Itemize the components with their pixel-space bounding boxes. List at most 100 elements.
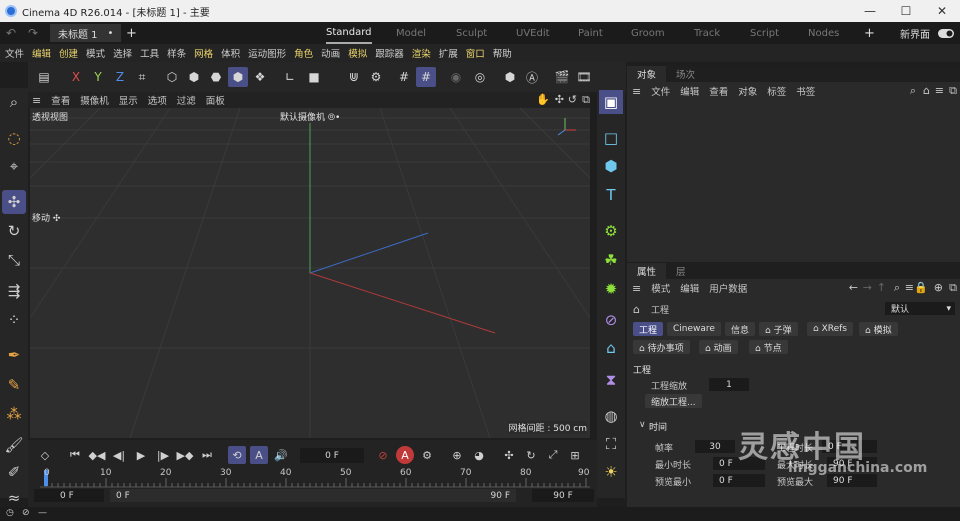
time-section-chevron-icon[interactable]: ∨ (639, 420, 646, 430)
effector-icon[interactable]: ✹ (599, 277, 623, 301)
layout-tab-model[interactable]: Model (396, 22, 426, 44)
render-view-icon[interactable]: ◎ (470, 67, 490, 87)
zoom-search-icon[interactable]: ⌕ (2, 90, 26, 114)
sketch-tool-icon[interactable]: ✎ (2, 373, 26, 397)
next-key-icon[interactable]: ▶◆ (176, 446, 194, 464)
viewport-menu-panel[interactable]: 面板 (206, 93, 225, 107)
viewport-rotate-icon[interactable]: ↺ (568, 93, 577, 106)
layout-tab-standard[interactable]: Standard (326, 22, 372, 44)
key-settings-icon[interactable]: ⚙ (418, 446, 436, 464)
preview-min-field[interactable]: 0 F (713, 474, 765, 487)
key-pla-icon[interactable]: ⊞ (566, 446, 584, 464)
next-frame-icon[interactable]: |▶ (154, 446, 172, 464)
menu-tools[interactable]: 工具 (140, 46, 159, 60)
model-mode-icon[interactable]: ⬢ (228, 67, 248, 87)
snap-settings-icon[interactable]: ⚙ (366, 67, 386, 87)
key-rotation-icon[interactable]: ✣ (500, 446, 518, 464)
viewport-hamburger-icon[interactable]: ≡ (32, 94, 41, 107)
magnet-snap-icon[interactable]: ⋓ (344, 67, 364, 87)
document-tab[interactable]: 未标题 1 • (50, 24, 122, 42)
generator-cube-icon[interactable]: ⬢ (599, 154, 623, 178)
layout-tab-nodes[interactable]: Nodes (808, 22, 839, 44)
viewport-menu-cameras[interactable]: 摄像机 (80, 93, 109, 107)
menu-render[interactable]: 渲染 (412, 46, 431, 60)
forward-arrow-icon[interactable]: ↷ (22, 26, 44, 40)
axis-mode-icon[interactable]: ∟ (280, 67, 300, 87)
menu-simulate[interactable]: 模拟 (348, 46, 367, 60)
menu-spline[interactable]: 样条 (167, 46, 186, 60)
prev-frame-icon[interactable]: ◀| (110, 446, 128, 464)
preview-range-slider[interactable]: 0 F 90 F (110, 489, 516, 502)
tab-bullet[interactable]: ⌂ 子弹 (759, 322, 798, 336)
select-tool-icon[interactable]: ⌖ (2, 154, 26, 178)
paint-tool-icon[interactable]: ✐ (2, 460, 26, 484)
layout-tab-sculpt[interactable]: Sculpt (456, 22, 487, 44)
objects-menu-object[interactable]: 对象 (738, 84, 757, 98)
tab-project[interactable]: 工程 (633, 322, 664, 336)
grid-snap-icon[interactable]: # (394, 67, 414, 87)
playback-mode-icon[interactable]: A (250, 446, 268, 464)
y-axis-lock-icon[interactable]: Y (88, 67, 108, 87)
brush-tool-icon[interactable]: 🖌 (2, 433, 26, 457)
layout-tab-script[interactable]: Script (750, 22, 779, 44)
render-region-icon[interactable]: ◉ (446, 67, 466, 87)
point-mode-icon[interactable]: ⬡ (162, 67, 182, 87)
attributes-lock-icon[interactable]: 🔒 (914, 281, 928, 294)
scale-tool-icon[interactable]: ⤡ (2, 248, 26, 272)
viewport-camera-label[interactable]: 默认摄像机 ⦾• (280, 110, 340, 123)
workplane-snap-icon[interactable]: # (416, 67, 436, 87)
takes-tab[interactable]: 场次 (666, 67, 705, 81)
viewport-menu-display[interactable]: 显示 (119, 93, 138, 107)
back-arrow-icon[interactable]: ↶ (0, 26, 22, 40)
close-button[interactable]: ✕ (924, 0, 960, 22)
viewport-menu-filter[interactable]: 过滤 (177, 93, 196, 107)
key-scale-icon[interactable]: ↻ (522, 446, 540, 464)
move-tool-icon[interactable]: ✣ (2, 190, 26, 214)
attributes-up-icon[interactable]: ↑ (877, 281, 886, 294)
maximize-button[interactable]: ☐ (888, 0, 924, 22)
menu-create[interactable]: 创建 (59, 46, 78, 60)
current-frame-field[interactable]: 0 F (300, 448, 364, 463)
key-position-icon[interactable]: ◕ (470, 446, 488, 464)
start-frame-field[interactable]: 0 F (34, 489, 104, 502)
go-to-end-icon[interactable]: ⏭ (198, 446, 216, 464)
objects-new-window-icon[interactable]: ⧉ (949, 84, 957, 98)
attributes-pin-icon[interactable]: ⊕ (934, 281, 943, 294)
tab-info[interactable]: 信息 (725, 322, 756, 336)
objects-menu-file[interactable]: 文件 (651, 84, 670, 98)
viewport-pan-icon[interactable]: ✋ (536, 93, 550, 106)
status-minimize-icon[interactable]: — (38, 508, 47, 518)
menu-mode[interactable]: 模式 (86, 46, 105, 60)
render-picture-icon[interactable]: ⬢ (500, 67, 520, 87)
snap-tool-icon[interactable]: ⁘ (2, 308, 26, 332)
edge-mode-icon[interactable]: ⬢ (184, 67, 204, 87)
objects-menu-tags[interactable]: 标签 (767, 84, 786, 98)
menu-animate[interactable]: 动画 (321, 46, 340, 60)
objects-search-icon[interactable]: ⌕ (910, 84, 916, 98)
attributes-back-icon[interactable]: ← (849, 281, 858, 294)
transform-tool-icon[interactable]: ⇶ (2, 279, 26, 303)
status-check-icon[interactable]: ⊘ (22, 508, 30, 518)
x-axis-lock-icon[interactable]: X (66, 67, 86, 87)
attributes-menu-mode[interactable]: 模式 (651, 281, 670, 295)
sound-icon[interactable]: 🔊 (272, 446, 290, 464)
layout-tab-groom[interactable]: Groom (631, 22, 665, 44)
end-frame-field[interactable]: 90 F (532, 489, 594, 502)
z-axis-lock-icon[interactable]: Z (110, 67, 130, 87)
undo-stack-icon[interactable]: ▤ (34, 67, 54, 87)
spline-cluster-icon[interactable]: ⁂ (2, 402, 26, 426)
new-document-plus-icon[interactable]: + (121, 26, 141, 41)
perspective-viewport[interactable]: 透视视图 默认摄像机 ⦾• 移动 ✣ 网格间距 : 500 cm (30, 108, 590, 438)
frame-ruler[interactable] (40, 468, 590, 488)
objects-menu-bookmarks[interactable]: 书签 (796, 84, 815, 98)
attributes-menu-userdata[interactable]: 用户数据 (709, 281, 747, 295)
viewport-menu-options[interactable]: 选项 (148, 93, 167, 107)
objects-home-icon[interactable]: ⌂ (923, 84, 930, 97)
preset-dropdown[interactable]: 默认 ▾ (885, 302, 955, 315)
objects-hamburger-icon[interactable]: ≡ (632, 85, 641, 98)
mograph-cloner-icon[interactable]: ⚙ (599, 219, 623, 243)
null-object-icon[interactable]: ⌂ (599, 336, 623, 360)
light-object-icon[interactable]: ☀ (599, 460, 623, 484)
menu-mesh[interactable]: 网格 (194, 46, 213, 60)
attributes-new-window-icon[interactable]: ⧉ (949, 281, 957, 295)
